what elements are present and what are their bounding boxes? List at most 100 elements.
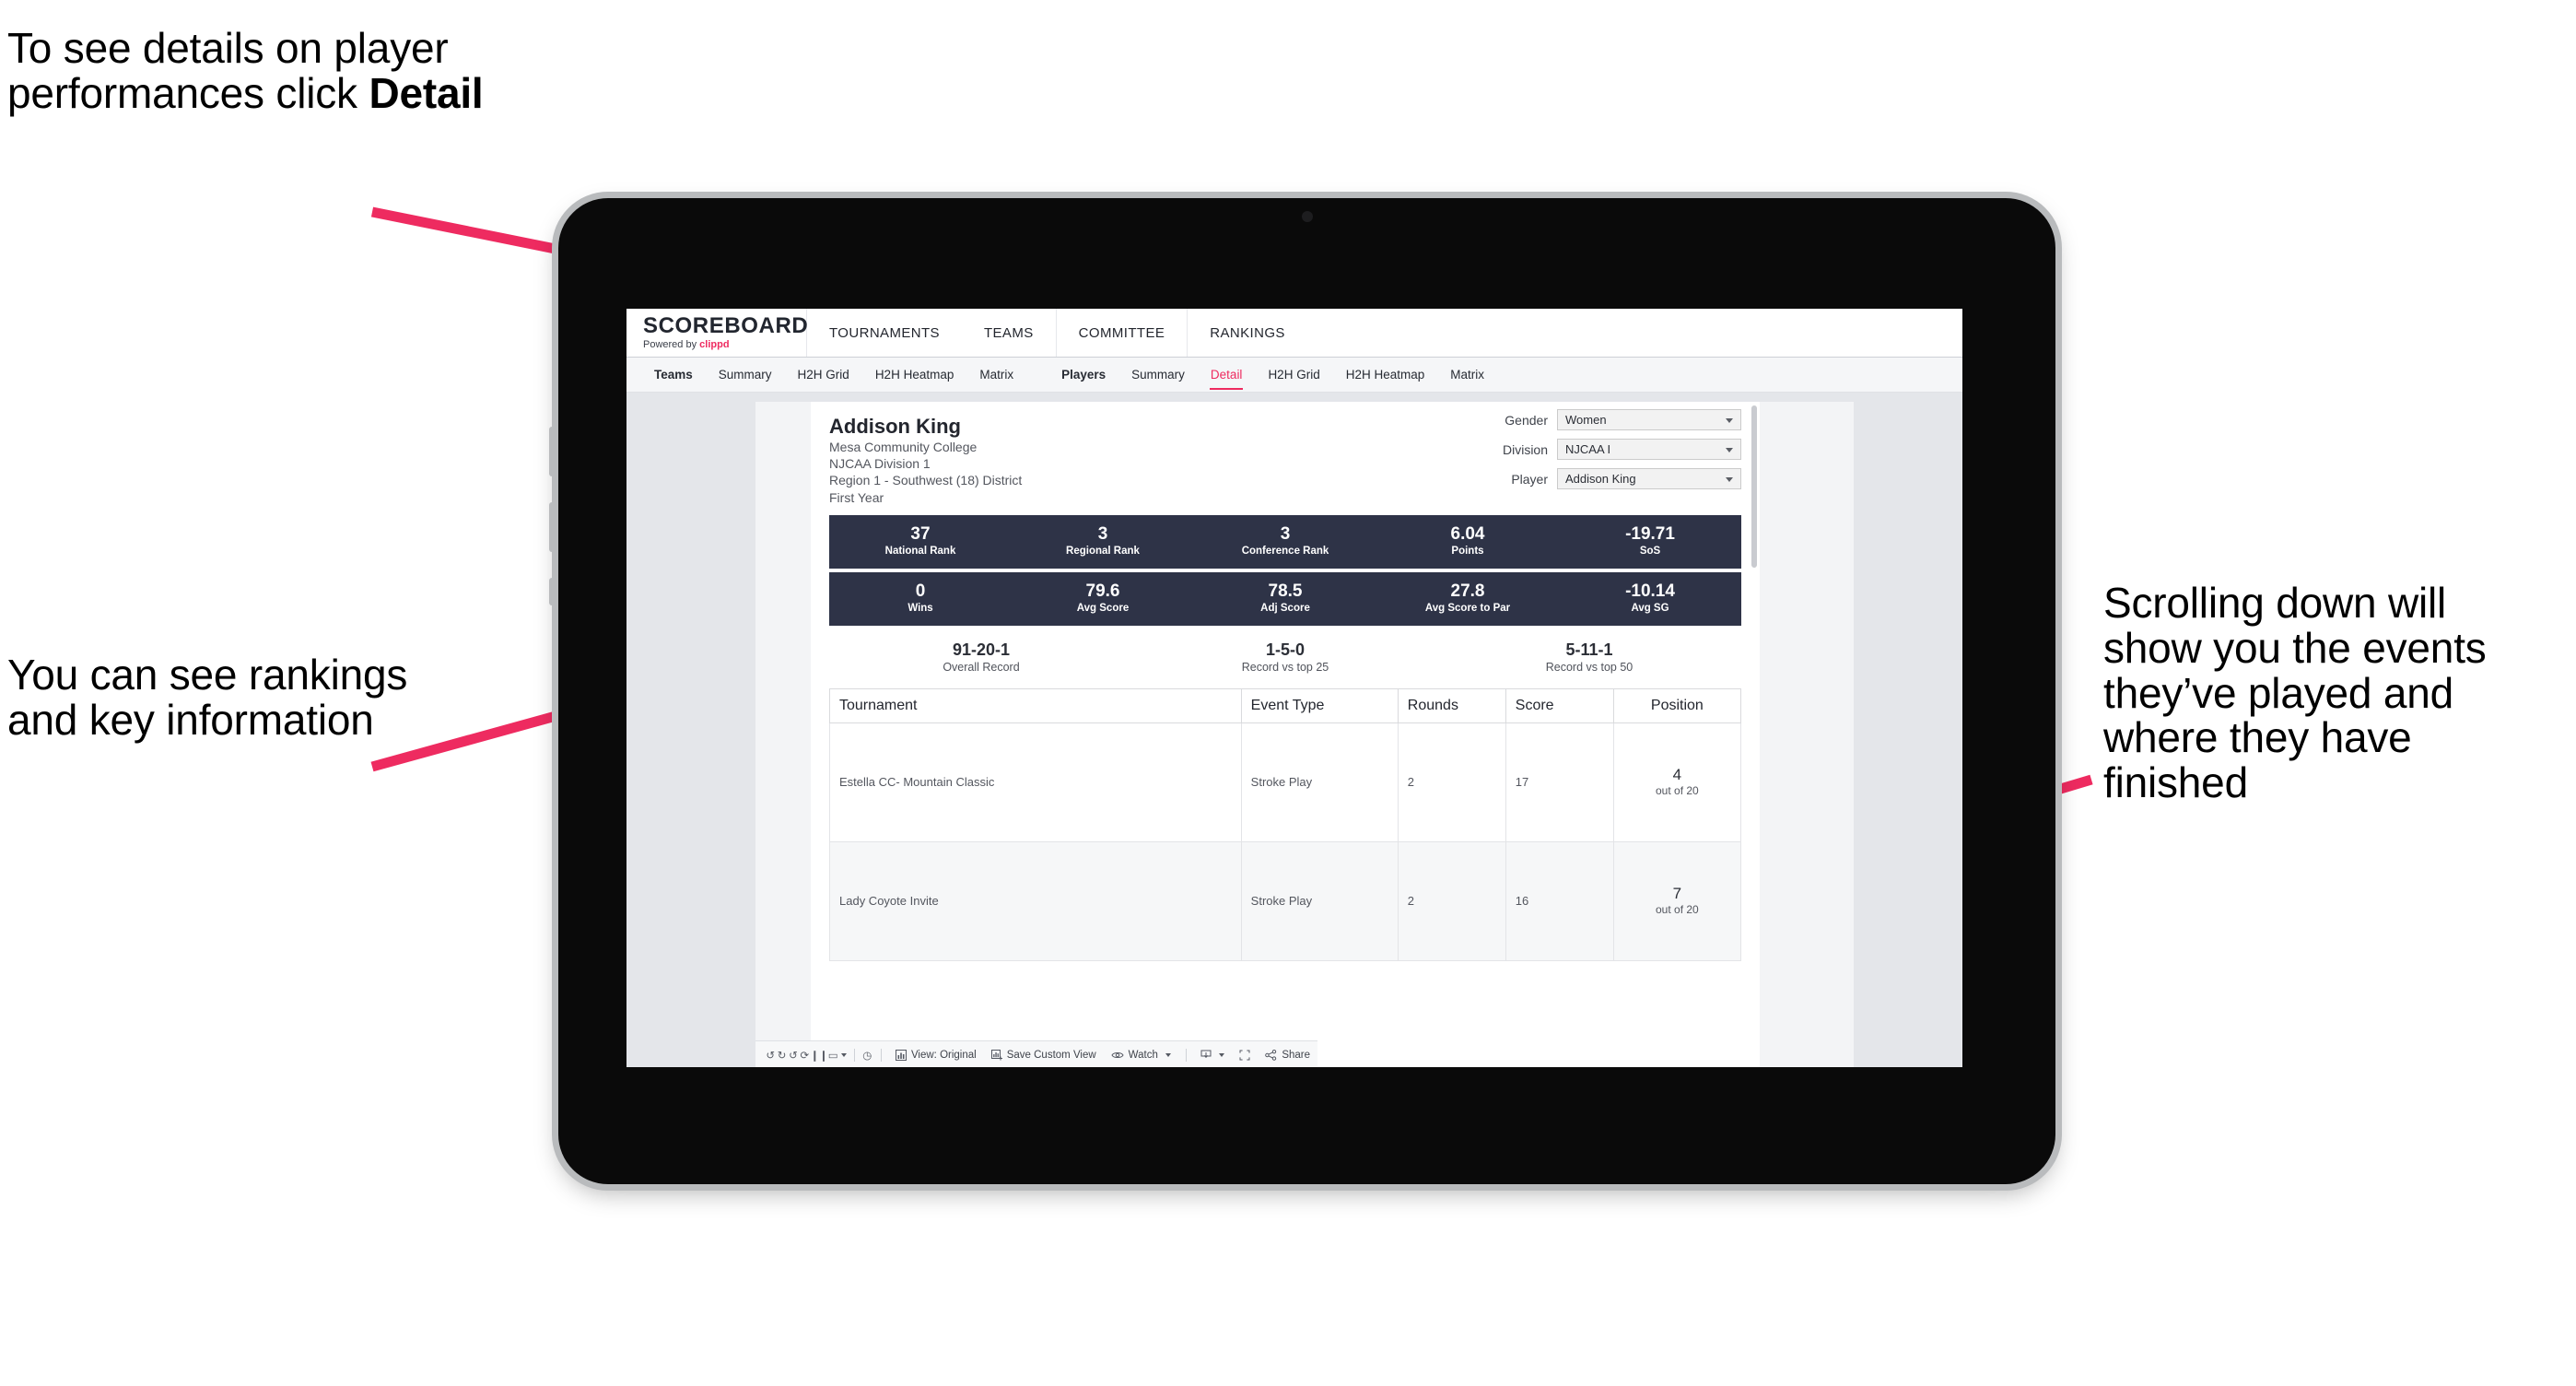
- volume-up-button[interactable]: [549, 427, 554, 476]
- stat-label: Wins: [907, 603, 933, 615]
- save-custom-view-label: Save Custom View: [1006, 1049, 1096, 1061]
- chevron-down-icon: [1165, 1052, 1171, 1057]
- stat-value: 3: [1097, 524, 1108, 545]
- stat-value: 79.6: [1085, 581, 1120, 602]
- save-custom-view-button[interactable]: Save Custom View: [984, 1049, 1104, 1061]
- record-value: 91-20-1: [952, 640, 1011, 659]
- table-header-row: Tournament Event Type Rounds Score Posit…: [829, 687, 1742, 723]
- subnav-item-players-matrix[interactable]: Matrix: [1437, 358, 1497, 392]
- filter-label-division: Division: [1502, 441, 1548, 457]
- clippd-brandmark: clippd: [699, 339, 730, 350]
- topnav-item-rankings[interactable]: RANKINGS: [1187, 309, 1307, 357]
- stat-value: -10.14: [1625, 581, 1675, 602]
- table-row[interactable]: Lady Coyote Invite Stroke Play 2 16 7 ou…: [829, 840, 1742, 961]
- record-label: Record vs top 25: [1241, 661, 1329, 675]
- refresh-data-icon[interactable]: ⟳: [799, 1045, 810, 1065]
- redo-icon[interactable]: ↻: [776, 1045, 787, 1065]
- column-header-position[interactable]: Position: [1612, 687, 1742, 723]
- highlight-icon[interactable]: ▭: [828, 1045, 847, 1065]
- subnav-item-players[interactable]: Players: [1048, 358, 1118, 392]
- brand-title: SCOREBOARD: [643, 313, 809, 338]
- brand-logo[interactable]: SCOREBOARD Powered by clippd: [626, 309, 809, 357]
- brand-subtitle: Powered by clippd: [643, 340, 806, 350]
- cell-tournament: Lady Coyote Invite: [829, 840, 1242, 961]
- division-select[interactable]: NJCAA I: [1557, 439, 1741, 460]
- pause-updates-icon[interactable]: ❙❙: [811, 1045, 828, 1065]
- annotation-scrolling-info: Scrolling down will show you the events …: [2103, 579, 2487, 806]
- undo-icon[interactable]: ↺: [765, 1045, 776, 1065]
- cell-position: 7 out of 20: [1612, 840, 1742, 961]
- record-vs-top-25: 1-5-0 Record vs top 25: [1133, 640, 1437, 675]
- sub-navigation: Teams Summary H2H Grid H2H Heatmap Matri…: [626, 358, 1962, 393]
- viz-toolbar: ↺ ↻ ↺ ⟳ ❙❙ ▭ ◷ View: Original Save Custo…: [755, 1040, 1317, 1067]
- subnav-group-teams: Teams Summary H2H Grid H2H Heatmap Matri…: [641, 358, 1026, 392]
- record-value: 5-11-1: [1565, 640, 1613, 659]
- subnav-item-players-h2h-heatmap[interactable]: H2H Heatmap: [1333, 358, 1438, 392]
- column-header-tournament[interactable]: Tournament: [829, 687, 1242, 723]
- stat-label: SoS: [1639, 546, 1661, 558]
- browser-screen: SCOREBOARD Powered by clippd TOURNAMENTS…: [626, 309, 1962, 1067]
- subnav-item-teams-h2h-heatmap[interactable]: H2H Heatmap: [862, 358, 967, 392]
- gender-select[interactable]: Women: [1557, 409, 1741, 430]
- eye-icon: [1111, 1051, 1124, 1058]
- dashboard-sheet: Addison King Mesa Community College NJCA…: [755, 402, 1854, 1067]
- column-header-rounds[interactable]: Rounds: [1397, 687, 1506, 723]
- view-original-button[interactable]: View: Original: [888, 1049, 984, 1061]
- stat-value: 27.8: [1450, 581, 1485, 602]
- stat-regional-rank: 3 Regional Rank: [1012, 524, 1194, 558]
- player-select[interactable]: Addison King: [1557, 468, 1741, 489]
- highlight-glyph: ▭: [827, 1050, 838, 1062]
- stat-value: 3: [1280, 524, 1291, 545]
- record-label: Record vs top 50: [1545, 661, 1633, 675]
- stat-label: Avg SG: [1631, 603, 1669, 615]
- topnav-item-teams[interactable]: TEAMS: [962, 309, 1056, 357]
- subnav-item-players-detail[interactable]: Detail: [1198, 358, 1256, 392]
- volume-down-button[interactable]: [549, 502, 554, 552]
- division-select-value: NJCAA I: [1565, 442, 1611, 456]
- gender-select-value: Women: [1565, 413, 1607, 427]
- subnav-item-teams-summary[interactable]: Summary: [706, 358, 785, 392]
- stat-label: National Rank: [884, 546, 956, 558]
- cell-rounds: 2: [1397, 840, 1506, 961]
- tablet-device-frame: SCOREBOARD Powered by clippd TOURNAMENTS…: [549, 198, 2055, 1184]
- stat-label: Avg Score: [1076, 603, 1130, 615]
- subnav-item-teams-h2h-grid[interactable]: H2H Grid: [785, 358, 862, 392]
- share-button[interactable]: Share: [1258, 1049, 1317, 1061]
- stat-label: Points: [1451, 546, 1484, 558]
- dashboard-canvas: Addison King Mesa Community College NJCA…: [626, 393, 1962, 1067]
- player-select-value: Addison King: [1565, 472, 1636, 486]
- topnav-item-committee[interactable]: COMMITTEE: [1055, 309, 1188, 357]
- stat-band-rankings: 37 National Rank 3 Regional Rank 3 Confe…: [829, 514, 1741, 569]
- share-label: Share: [1282, 1049, 1310, 1061]
- filter-row-player: Player Addison King: [1437, 468, 1741, 489]
- topnav-item-tournaments[interactable]: TOURNAMENTS: [807, 309, 962, 357]
- power-button[interactable]: [549, 578, 554, 605]
- chevron-down-icon: [1726, 447, 1733, 452]
- subnav-item-teams-matrix[interactable]: Matrix: [966, 358, 1026, 392]
- fullscreen-button[interactable]: [1232, 1050, 1258, 1061]
- revert-icon[interactable]: ↺: [788, 1045, 799, 1065]
- subnav-group-players: Players Summary Detail H2H Grid H2H Heat…: [1048, 358, 1497, 392]
- cell-tournament: Estella CC- Mountain Classic: [829, 722, 1242, 842]
- table-row[interactable]: Estella CC- Mountain Classic Stroke Play…: [829, 722, 1742, 842]
- column-header-score[interactable]: Score: [1505, 687, 1614, 723]
- powered-by-text: Powered by: [643, 339, 700, 350]
- subnav-item-teams[interactable]: Teams: [641, 358, 706, 392]
- record-overall: 91-20-1 Overall Record: [829, 640, 1133, 675]
- top-navigation: TOURNAMENTS TEAMS COMMITTEE RANKINGS: [807, 309, 1307, 357]
- clock-icon[interactable]: ◷: [861, 1045, 872, 1065]
- record-vs-top-50: 5-11-1 Record vs top 50: [1437, 640, 1741, 675]
- annotation-rankings-info: You can see rankings and key information: [7, 651, 408, 744]
- stat-value: -19.71: [1625, 524, 1675, 545]
- column-header-event-type[interactable]: Event Type: [1240, 687, 1399, 723]
- front-camera-icon: [1301, 211, 1313, 222]
- record-value: 1-5-0: [1265, 640, 1306, 659]
- cell-position: 4 out of 20: [1612, 722, 1742, 842]
- subnav-item-players-summary[interactable]: Summary: [1118, 358, 1198, 392]
- position-number: 7: [1672, 884, 1682, 902]
- subnav-item-players-h2h-grid[interactable]: H2H Grid: [1255, 358, 1332, 392]
- filter-label-player: Player: [1511, 471, 1548, 487]
- download-button[interactable]: [1193, 1050, 1232, 1061]
- watch-button[interactable]: Watch: [1104, 1050, 1178, 1061]
- stat-wins: 0 Wins: [829, 581, 1012, 616]
